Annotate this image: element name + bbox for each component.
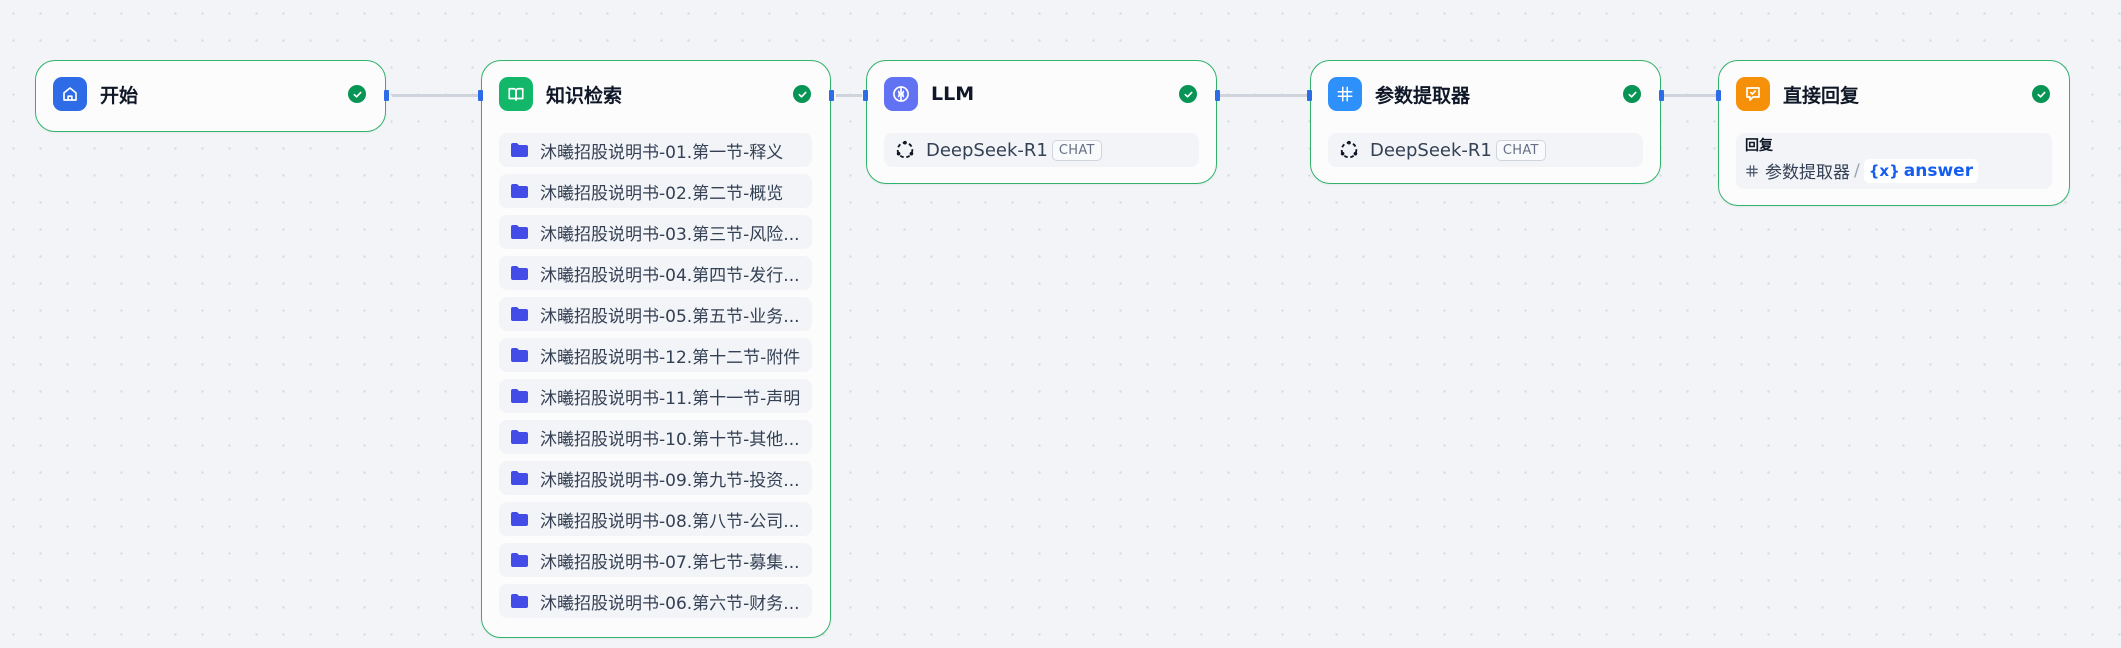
success-check-icon (2032, 85, 2050, 103)
dataset-item[interactable]: 沐曦招股说明书-10.第十节-其他... (499, 420, 812, 454)
dataset-item[interactable]: 沐曦招股说明书-07.第七节-募集... (499, 543, 812, 577)
home-icon (53, 77, 87, 111)
dataset-name: 沐曦招股说明书-10.第十节-其他... (540, 429, 800, 450)
input-handle[interactable] (478, 90, 483, 101)
folder-icon (511, 389, 528, 403)
edge-start-knowledge (392, 94, 487, 97)
node-title: 开始 (100, 84, 139, 107)
node-parameter-extractor[interactable]: 参数提取器 DeepSeek-R1 CHAT (1310, 60, 1661, 184)
node-title: 参数提取器 (1375, 84, 1471, 107)
dataset-name: 沐曦招股说明书-09.第九节-投资... (540, 470, 800, 491)
folder-icon (511, 143, 528, 157)
answer-content[interactable]: 回复 参数提取器 / {x} answer (1736, 133, 2052, 189)
dataset-name: 沐曦招股说明书-08.第八节-公司... (540, 511, 800, 532)
model-mode-badge: CHAT (1495, 139, 1546, 161)
output-handle[interactable] (1215, 90, 1220, 101)
success-check-icon (348, 85, 366, 103)
model-name: DeepSeek-R1 (926, 139, 1048, 161)
model-provider-icon (1340, 140, 1358, 159)
folder-icon (511, 553, 528, 567)
output-handle[interactable] (829, 90, 834, 101)
dataset-item[interactable]: 沐曦招股说明书-02.第二节-概览 (499, 174, 812, 208)
dataset-name: 沐曦招股说明书-02.第二节-概览 (540, 183, 784, 204)
model-selector[interactable]: DeepSeek-R1 CHAT (1328, 133, 1643, 167)
variable-icon: {x} (1868, 161, 1900, 180)
folder-icon (511, 594, 528, 608)
dataset-name: 沐曦招股说明书-04.第四节-发行... (540, 265, 800, 286)
variable-chip: {x} answer (1863, 158, 1979, 183)
variable-name: answer (1903, 160, 1974, 181)
node-direct-answer[interactable]: 直接回复 回复 参数提取器 / {x} answer (1718, 60, 2070, 206)
folder-icon (511, 471, 528, 485)
dataset-item[interactable]: 沐曦招股说明书-03.第三节-风险... (499, 215, 812, 249)
dataset-name: 沐曦招股说明书-05.第五节-业务... (540, 306, 800, 327)
answer-message-icon (1736, 77, 1770, 111)
dataset-name: 沐曦招股说明书-12.第十二节-附件 (540, 347, 801, 368)
success-check-icon (1179, 85, 1197, 103)
llm-brain-icon (884, 77, 918, 111)
node-knowledge-retrieval[interactable]: 知识检索 沐曦招股说明书-01.第一节-释义 沐曦招股说明书-02.第二节-概览… (481, 60, 831, 638)
dataset-name: 沐曦招股说明书-11.第十一节-声明 (540, 388, 801, 409)
folder-icon (511, 266, 528, 280)
node-title: LLM (931, 83, 975, 105)
edge-param-answer (1664, 94, 1719, 97)
model-provider-icon (896, 140, 914, 159)
input-handle[interactable] (1716, 90, 1721, 101)
answer-field-label: 回复 (1745, 138, 1773, 154)
variable-source-node: 参数提取器 (1765, 163, 1850, 183)
folder-icon (511, 225, 528, 239)
variable-separator: / (1854, 160, 1860, 181)
dataset-item[interactable]: 沐曦招股说明书-06.第六节-财务... (499, 584, 812, 618)
node-title: 直接回复 (1783, 84, 1860, 107)
node-llm[interactable]: LLM DeepSeek-R1 CHAT (866, 60, 1217, 184)
model-name: DeepSeek-R1 (1370, 139, 1492, 161)
model-mode-badge: CHAT (1051, 139, 1102, 161)
variable-reference: 参数提取器 / {x} answer (1745, 158, 2043, 183)
success-check-icon (793, 85, 811, 103)
dataset-item[interactable]: 沐曦招股说明书-09.第九节-投资... (499, 461, 812, 495)
dataset-name: 沐曦招股说明书-01.第一节-释义 (540, 142, 784, 163)
dataset-item[interactable]: 沐曦招股说明书-08.第八节-公司... (499, 502, 812, 536)
node-title: 知识检索 (546, 84, 623, 107)
input-handle[interactable] (863, 90, 868, 101)
dataset-item[interactable]: 沐曦招股说明书-01.第一节-释义 (499, 133, 812, 167)
dataset-list: 沐曦招股说明书-01.第一节-释义 沐曦招股说明书-02.第二节-概览 沐曦招股… (499, 133, 812, 625)
parameter-extractor-icon (1746, 164, 1758, 177)
edge-llm-param (1220, 94, 1310, 97)
dataset-name: 沐曦招股说明书-06.第六节-财务... (540, 593, 800, 614)
output-handle[interactable] (1659, 90, 1664, 101)
book-icon (499, 77, 533, 111)
folder-icon (511, 348, 528, 362)
dataset-name: 沐曦招股说明书-03.第三节-风险... (540, 224, 800, 245)
folder-icon (511, 512, 528, 526)
parameter-extractor-icon (1328, 77, 1362, 111)
input-handle[interactable] (1307, 90, 1312, 101)
folder-icon (511, 430, 528, 444)
success-check-icon (1623, 85, 1641, 103)
folder-icon (511, 184, 528, 198)
output-handle[interactable] (384, 90, 389, 101)
dataset-item[interactable]: 沐曦招股说明书-12.第十二节-附件 (499, 338, 812, 372)
dataset-item[interactable]: 沐曦招股说明书-04.第四节-发行... (499, 256, 812, 290)
node-start[interactable]: 开始 (35, 60, 386, 132)
edge-knowledge-llm (836, 94, 862, 97)
dataset-name: 沐曦招股说明书-07.第七节-募集... (540, 552, 800, 573)
dataset-item[interactable]: 沐曦招股说明书-05.第五节-业务... (499, 297, 812, 331)
dataset-item[interactable]: 沐曦招股说明书-11.第十一节-声明 (499, 379, 812, 413)
folder-icon (511, 307, 528, 321)
model-selector[interactable]: DeepSeek-R1 CHAT (884, 133, 1199, 167)
